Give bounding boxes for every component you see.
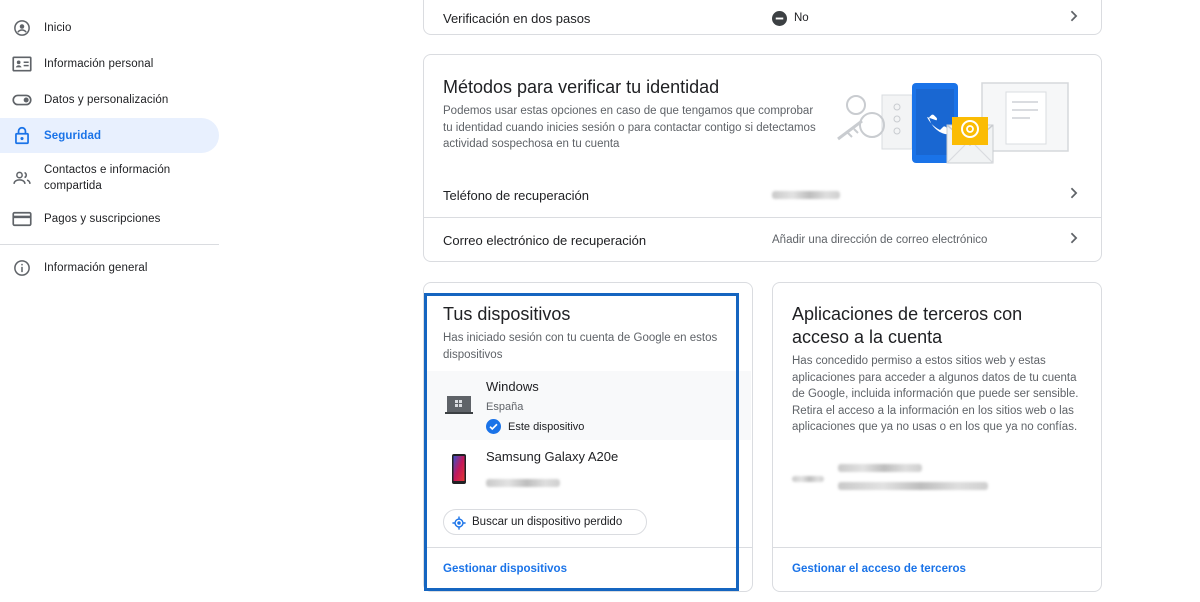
- identity-description: Podemos usar estas opciones en caso de q…: [443, 105, 816, 150]
- app-detail-blurred: [838, 477, 988, 495]
- app-logo-blurred: [792, 469, 824, 487]
- locate-icon: [452, 516, 466, 530]
- divider: [773, 547, 1101, 548]
- id-card-icon: [12, 54, 32, 74]
- identity-illustration: [834, 77, 1074, 173]
- device-details-blurred: [486, 474, 560, 492]
- chevron-right-icon: [1069, 9, 1079, 27]
- info-icon: [12, 258, 32, 278]
- two-step-label: Verificación en dos pasos: [443, 10, 591, 26]
- identity-card: Métodos para verificar tu identidad Pode…: [423, 54, 1102, 262]
- third-party-card: Aplicaciones de terceros con acceso a la…: [772, 282, 1102, 592]
- devices-card: Tus dispositivos Has iniciado sesión con…: [423, 282, 753, 592]
- credit-card-icon: [12, 209, 32, 229]
- sidebar-item-pagos[interactable]: Pagos y suscripciones: [0, 203, 219, 235]
- sidebar-item-informacion-personal[interactable]: Información personal: [0, 48, 219, 80]
- sidebar-item-label: Información personal: [44, 58, 154, 70]
- people-icon: [12, 168, 32, 188]
- sidebar-item-seguridad[interactable]: Seguridad: [0, 118, 219, 153]
- device-location: España: [486, 401, 524, 413]
- third-party-title-line1: Aplicaciones de terceros con: [792, 304, 1023, 324]
- two-step-value: No: [794, 12, 809, 24]
- check-circle-icon: [486, 419, 501, 434]
- this-device-label: Este dispositivo: [508, 420, 585, 433]
- sidebar-item-label: Contactos e información compartida: [44, 164, 171, 192]
- sidebar-item-label: Inicio: [44, 22, 72, 34]
- two-step-row[interactable]: Verificación en dos pasos No: [424, 1, 1101, 35]
- phone-icon: [452, 454, 466, 489]
- sidebar-item-contactos[interactable]: Contactos e información compartida: [0, 158, 219, 198]
- recovery-phone-label: Teléfono de recuperación: [443, 187, 589, 203]
- third-party-description: Has concedido permiso a estos sitios web…: [792, 355, 1079, 433]
- account-circle-icon: [12, 18, 32, 38]
- sidebar-divider: [0, 244, 219, 245]
- sidebar-item-datos[interactable]: Datos y personalización: [0, 84, 219, 116]
- sidebar-item-informacion-general[interactable]: Información general: [0, 252, 219, 284]
- third-party-title-line2: acceso a la cuenta: [792, 327, 943, 347]
- recovery-email-row[interactable]: Correo electrónico de recuperación Añadi…: [424, 218, 1101, 262]
- devices-title: Tus dispositivos: [443, 304, 571, 324]
- device-item-samsung[interactable]: Samsung Galaxy A20e: [425, 440, 751, 500]
- recovery-email-label: Correo electrónico de recuperación: [443, 232, 647, 248]
- manage-third-party-link[interactable]: Gestionar el acceso de terceros: [792, 563, 966, 575]
- sidebar-item-label: Pagos y suscripciones: [44, 213, 161, 225]
- sidebar-item-inicio[interactable]: Inicio: [0, 12, 219, 44]
- sidebar-item-label: Seguridad: [44, 129, 102, 142]
- divider: [424, 547, 752, 548]
- device-name: Windows: [486, 379, 539, 394]
- recovery-phone-row[interactable]: Teléfono de recuperación: [424, 173, 1101, 217]
- minus-circle-icon: [772, 10, 787, 26]
- manage-devices-link[interactable]: Gestionar dispositivos: [443, 563, 567, 575]
- two-step-status: No: [772, 10, 809, 26]
- sidebar-item-label: Información general: [44, 262, 148, 274]
- recovery-email-value: Añadir una dirección de correo electróni…: [772, 234, 988, 246]
- device-name: Samsung Galaxy A20e: [486, 449, 619, 464]
- find-lost-device-button[interactable]: Buscar un dispositivo perdido: [443, 509, 647, 535]
- chevron-right-icon: [1069, 186, 1079, 204]
- toggle-icon: [12, 90, 32, 110]
- app-name-blurred: [838, 459, 922, 477]
- two-step-card: Verificación en dos pasos No: [423, 0, 1102, 35]
- sidebar: Inicio Información personal Datos y pers…: [0, 0, 220, 602]
- find-lost-device-label: Buscar un dispositivo perdido: [472, 516, 623, 528]
- lock-icon: [12, 126, 32, 146]
- sidebar-item-label: Datos y personalización: [44, 94, 169, 106]
- this-device-badge: Este dispositivo: [486, 419, 584, 434]
- recovery-phone-value-blurred: [772, 191, 840, 199]
- devices-description: Has iniciado sesión con tu cuenta de Goo…: [443, 332, 718, 361]
- third-party-app-item[interactable]: [792, 455, 1082, 491]
- device-item-windows[interactable]: Windows España Este dispositivo: [425, 371, 751, 440]
- laptop-icon: [445, 395, 473, 420]
- chevron-right-icon: [1069, 231, 1079, 249]
- identity-title: Métodos para verificar tu identidad: [443, 77, 720, 97]
